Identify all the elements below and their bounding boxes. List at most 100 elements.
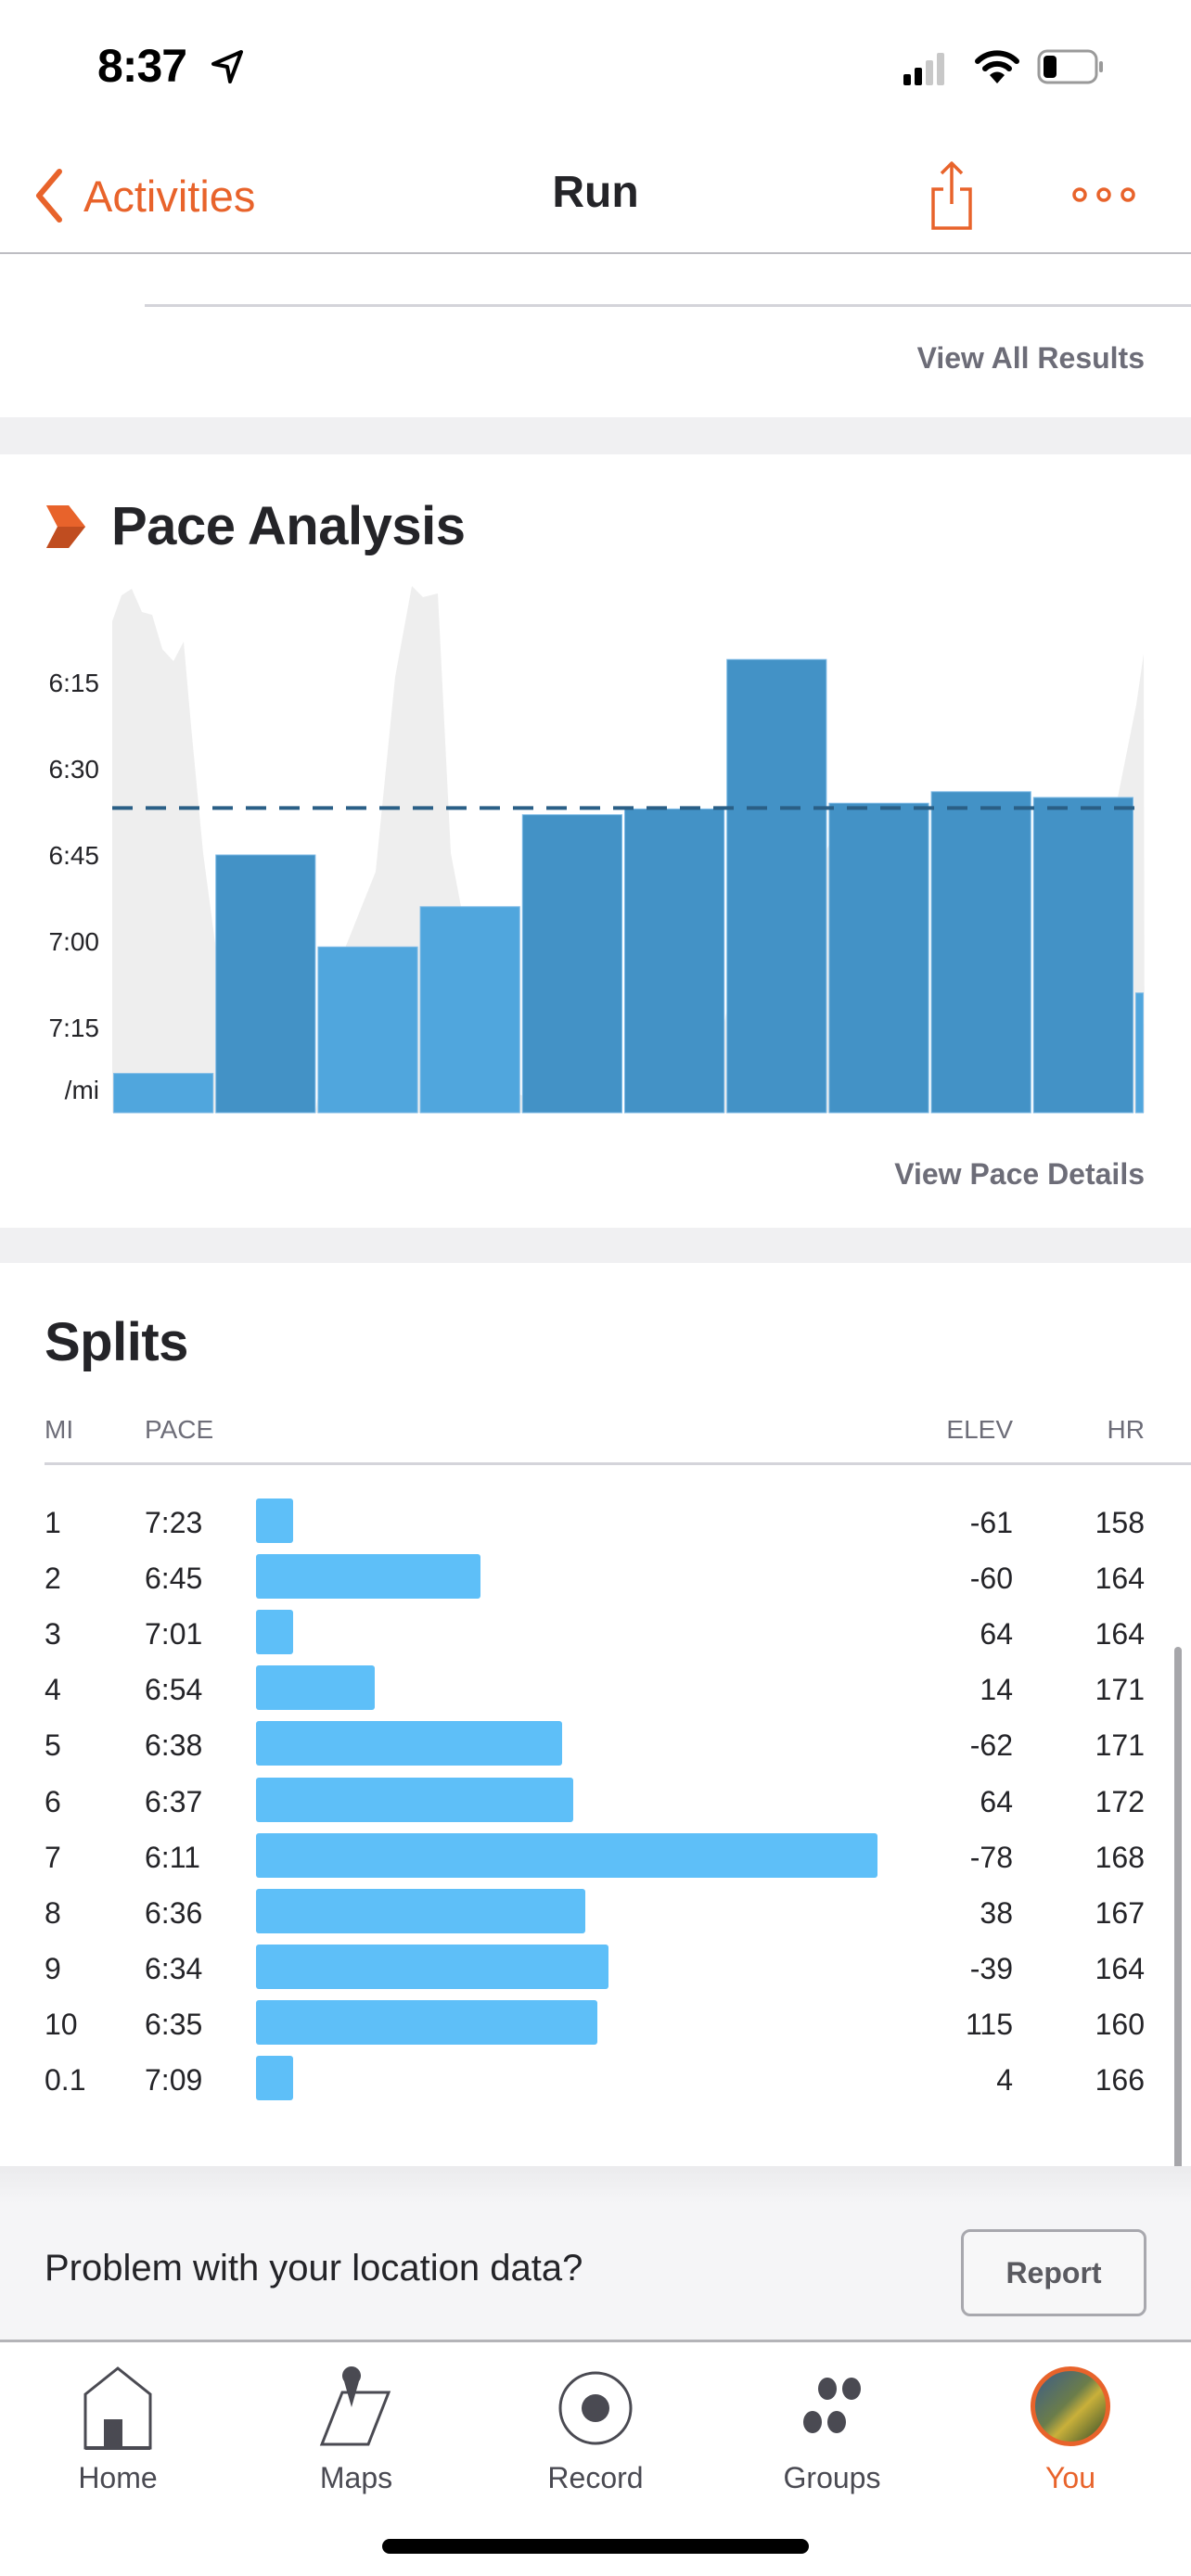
split-elevation: -78	[969, 1840, 1013, 1874]
record-icon	[558, 2371, 633, 2445]
home-indicator[interactable]	[382, 2539, 809, 2554]
split-mile: 8	[45, 1895, 61, 1930]
split-row[interactable]: 9 6:34 -39 164	[0, 1941, 1191, 1996]
location-problem-text: Problem with your location data?	[45, 2248, 583, 2289]
split-heart-rate: 166	[1095, 2063, 1145, 2097]
tab-record[interactable]: Record	[503, 2353, 688, 2494]
column-header-pace: PACE	[145, 1415, 214, 1444]
split-heart-rate: 172	[1095, 1784, 1145, 1818]
column-header-elev: ELEV	[946, 1415, 1013, 1444]
split-pace: 6:35	[145, 2007, 203, 2041]
split-row[interactable]: 8 6:36 38 167	[0, 1885, 1191, 1941]
split-elevation: 38	[980, 1895, 1013, 1930]
split-heart-rate: 158	[1095, 1506, 1145, 1539]
location-arrow-icon	[211, 50, 243, 83]
split-pace-bar	[256, 1665, 376, 1711]
split-elevation: 64	[980, 1617, 1013, 1651]
pace-chart[interactable]: 6:15 6:30 6:45 7:00 7:15/mi	[0, 575, 1191, 1131]
split-pace-bar	[256, 1610, 293, 1655]
more-icon[interactable]	[1067, 176, 1141, 213]
split-row[interactable]: 5 6:38 -62 171	[0, 1717, 1191, 1773]
section-gap	[0, 417, 1191, 454]
section-gap	[0, 1228, 1191, 1263]
split-mile: 4	[45, 1673, 61, 1707]
tab-groups[interactable]: Groups	[739, 2353, 925, 2494]
pace-bar-7[interactable]	[726, 658, 827, 1114]
split-mile: 10	[45, 2007, 78, 2041]
split-heart-rate: 164	[1095, 1617, 1145, 1651]
split-mile: 9	[45, 1951, 61, 1985]
column-header-hr: HR	[1107, 1415, 1145, 1444]
split-heart-rate: 171	[1095, 1673, 1145, 1707]
tab-maps[interactable]: Maps	[263, 2353, 449, 2494]
split-pace: 6:11	[145, 1840, 200, 1874]
pace-bar-4[interactable]	[419, 906, 520, 1114]
split-pace-bar	[256, 1944, 609, 1989]
split-heart-rate: 167	[1095, 1895, 1145, 1930]
view-all-results-link[interactable]: View All Results	[917, 341, 1145, 376]
split-mile: 3	[45, 1617, 61, 1651]
split-mile: 6	[45, 1784, 61, 1818]
navigation-bar: Activities Run	[0, 139, 1191, 254]
split-elevation: 14	[980, 1673, 1013, 1707]
split-row[interactable]: 1 7:23 -61 158	[0, 1495, 1191, 1550]
split-row[interactable]: 7 6:11 -78 168	[0, 1830, 1191, 1885]
split-elevation: 64	[980, 1784, 1013, 1818]
view-pace-details-link[interactable]: View Pace Details	[894, 1157, 1145, 1192]
split-heart-rate: 164	[1095, 1562, 1145, 1596]
y-tick-label: 6:15	[49, 669, 100, 697]
tab-label: Maps	[319, 2461, 393, 2494]
home-icon	[83, 2366, 152, 2450]
pace-bar-0.1[interactable]	[1134, 992, 1145, 1114]
split-row[interactable]: 10 6:35 115 160	[0, 1996, 1191, 2052]
tab-label: Home	[78, 2461, 158, 2494]
split-mile: 5	[45, 1728, 61, 1763]
split-pace: 6:37	[145, 1784, 203, 1818]
split-elevation: 115	[965, 2007, 1013, 2041]
y-tick-label: 7:00	[49, 927, 100, 956]
split-pace: 7:01	[145, 1617, 203, 1651]
pace-bar-10[interactable]	[1032, 797, 1133, 1114]
status-time: 8:37	[97, 40, 187, 92]
battery-icon	[1037, 49, 1103, 84]
split-pace: 6:45	[145, 1562, 203, 1596]
tab-you[interactable]: You	[978, 2353, 1163, 2494]
groups-icon	[803, 2378, 861, 2433]
pace-analysis-header: Pace Analysis	[46, 495, 466, 557]
pace-analysis-title: Pace Analysis	[111, 496, 466, 556]
avatar	[1031, 2366, 1110, 2446]
split-mile: 0.1	[45, 2063, 86, 2097]
pace-bar-1[interactable]	[113, 1073, 214, 1114]
pace-bar-8[interactable]	[828, 802, 929, 1114]
split-row[interactable]: 2 6:45 -60 164	[0, 1550, 1191, 1606]
split-row[interactable]: 3 7:01 64 164	[0, 1606, 1191, 1662]
y-tick-label: 6:45	[49, 841, 100, 870]
split-mile: 1	[45, 1506, 61, 1539]
split-pace: 7:23	[145, 1506, 203, 1539]
pace-bar-9[interactable]	[930, 791, 1031, 1114]
back-button[interactable]: Activities	[33, 163, 255, 228]
divider	[145, 304, 1191, 307]
split-heart-rate: 171	[1095, 1728, 1145, 1763]
split-pace: 6:54	[145, 1673, 203, 1707]
pace-bar-5[interactable]	[521, 814, 622, 1114]
wifi-icon	[975, 50, 1019, 83]
divider	[45, 1462, 1191, 1465]
split-pace-bar	[256, 1832, 877, 1878]
split-pace-bar	[256, 2056, 293, 2100]
pace-bar-3[interactable]	[317, 946, 418, 1114]
share-icon[interactable]	[924, 158, 980, 232]
split-row[interactable]: 0.1 7:09 4 166	[0, 2052, 1191, 2108]
split-elevation: 4	[996, 2063, 1013, 2097]
pace-bar-2[interactable]	[215, 854, 316, 1114]
split-elevation: -60	[969, 1562, 1013, 1596]
split-pace-bar	[256, 1777, 574, 1822]
split-row[interactable]: 6 6:37 64 172	[0, 1774, 1191, 1830]
pace-bar-6[interactable]	[623, 808, 725, 1114]
splits-header: MI PACE ELEV HR	[45, 1415, 1146, 1458]
split-pace-bar	[256, 1498, 293, 1543]
tab-home[interactable]: Home	[25, 2353, 211, 2494]
report-button[interactable]: Report	[961, 2229, 1146, 2316]
split-row[interactable]: 4 6:54 14 171	[0, 1662, 1191, 1717]
split-pace: 6:38	[145, 1728, 203, 1763]
